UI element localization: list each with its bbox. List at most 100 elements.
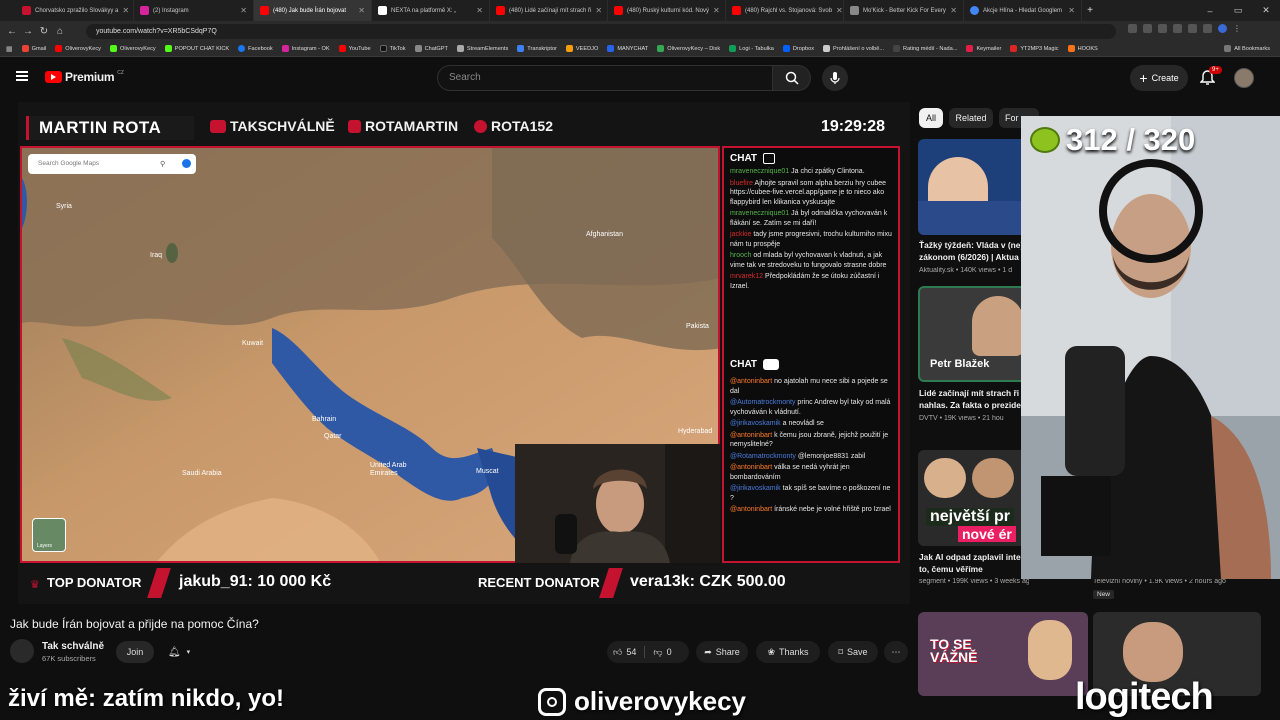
dislike-button[interactable]: 👎︎ 0 bbox=[653, 647, 671, 658]
youtube-header: Premium CZ Search + Create 9+ bbox=[0, 57, 1280, 99]
folder-icon bbox=[1224, 45, 1232, 52]
minimize-icon[interactable]: – bbox=[1196, 0, 1224, 21]
thanks-button[interactable]: ❀ Thanks bbox=[756, 641, 820, 663]
subscribe-bell-button[interactable]: 🔔︎ ▾ bbox=[160, 641, 198, 663]
video-player[interactable]: MARTIN ROTA TAKSCHVÁLNĚ ROTAMARTIN ROTA1… bbox=[18, 102, 910, 604]
extension-icon[interactable] bbox=[1173, 24, 1182, 33]
bookmark[interactable]: Facebook bbox=[234, 45, 277, 52]
like-button[interactable]: 👍︎ 54 bbox=[613, 647, 636, 658]
bookmark[interactable]: ChatGPT bbox=[411, 45, 452, 52]
bookmark-favicon-icon bbox=[607, 45, 615, 52]
extension-icon[interactable] bbox=[1143, 24, 1152, 33]
bookmark[interactable]: OliverovyKecy bbox=[106, 45, 160, 52]
new-tab-button[interactable]: + bbox=[1082, 3, 1098, 19]
related-video-title[interactable]: to, čemu věříme bbox=[919, 564, 1023, 575]
tab-close-icon[interactable]: ✕ bbox=[476, 6, 483, 15]
bookmark-favicon-icon bbox=[21, 45, 29, 52]
bookmark[interactable]: YT2MP3 Magic bbox=[1006, 45, 1062, 52]
search-input[interactable]: Search bbox=[437, 65, 773, 91]
tab-close-icon[interactable]: ✕ bbox=[595, 6, 602, 15]
related-video-title[interactable]: Jak AI odpad zaplavil inter bbox=[919, 552, 1023, 563]
voice-search-button[interactable] bbox=[822, 65, 848, 91]
bookmark[interactable]: TikTok bbox=[376, 45, 410, 52]
related-video-title[interactable]: nahlas. Za fakta o preziden bbox=[919, 400, 1023, 411]
bookmark[interactable]: MANYCHAT bbox=[603, 45, 652, 52]
search-button[interactable] bbox=[773, 65, 811, 91]
channel-avatar[interactable] bbox=[10, 639, 34, 663]
related-video-meta: segment • 199K views • 3 weeks ago bbox=[919, 578, 1029, 585]
notifications-button[interactable]: 9+ bbox=[1199, 66, 1222, 86]
bookmark[interactable]: HOOKS bbox=[1064, 45, 1102, 52]
bookmark[interactable]: Transkriptor bbox=[513, 45, 561, 52]
share-button[interactable]: ➦ Share bbox=[696, 641, 748, 663]
directions-icon[interactable] bbox=[182, 159, 191, 168]
bell-icon: 🔔︎ bbox=[167, 646, 181, 658]
map-search-icon[interactable]: ⚲ bbox=[160, 160, 165, 168]
avatar[interactable] bbox=[1234, 68, 1254, 88]
related-video-title[interactable]: Lidé začínají mít strach ři bbox=[919, 388, 1023, 399]
chat-message: mravenecznique01 Já byl odmalička vychov… bbox=[730, 210, 888, 227]
tab-close-icon[interactable]: ✕ bbox=[836, 6, 843, 15]
map-layers-button[interactable]: Layers bbox=[32, 518, 66, 552]
apps-icon[interactable]: ▦ bbox=[6, 45, 13, 53]
extension-icon[interactable] bbox=[1128, 24, 1137, 33]
tab-close-icon[interactable]: ✕ bbox=[1068, 6, 1075, 15]
channel-name[interactable]: Tak schválně bbox=[42, 641, 104, 652]
bookmark[interactable]: OliverovyKecy bbox=[51, 45, 105, 52]
home-icon[interactable]: ⌂ bbox=[52, 23, 68, 39]
bookmark[interactable]: YouTube bbox=[335, 45, 375, 52]
related-video-title[interactable]: zákonom (6/2026) | Aktua bbox=[919, 252, 1023, 263]
url-field[interactable]: youtube.com/watch?v=XR5bCSdqP7Q bbox=[86, 24, 1116, 39]
browser-tab[interactable]: NEXTA na platformě X: „ ✕ bbox=[372, 0, 490, 21]
related-video-title[interactable]: Ťažký týždeň: Vláda v (ne) bbox=[919, 240, 1023, 251]
browser-tab[interactable]: Mo'Kick - Better Kick For Every ✕ bbox=[844, 0, 964, 21]
bookmark[interactable]: Keymailer bbox=[962, 45, 1005, 52]
browser-tab-active[interactable]: (480) Jak bude Írán bojovat ✕ bbox=[254, 0, 372, 21]
profile-icon[interactable] bbox=[1218, 24, 1227, 33]
join-button[interactable]: Join bbox=[116, 641, 154, 663]
more-actions-button[interactable]: ⋯ bbox=[884, 641, 908, 663]
extension-icon[interactable] bbox=[1158, 24, 1167, 33]
bookmark-favicon-icon bbox=[729, 45, 737, 52]
tab-close-icon[interactable]: ✕ bbox=[358, 6, 365, 15]
youtube-logo[interactable]: Premium CZ bbox=[45, 70, 124, 84]
tab-close-icon[interactable]: ✕ bbox=[950, 6, 957, 15]
maximize-icon[interactable]: ▭ bbox=[1224, 0, 1252, 21]
chip-related[interactable]: Related bbox=[949, 108, 993, 128]
extension-icon[interactable] bbox=[1188, 24, 1197, 33]
hamburger-menu-icon[interactable] bbox=[16, 71, 28, 81]
bookmark[interactable]: POPOUT CHAT KICK bbox=[161, 45, 233, 52]
browser-tab[interactable]: Chorvatsko zpražilo Slovákyy a ✕ bbox=[0, 0, 134, 21]
browser-tab[interactable]: (480) Lidé začínají mít strach ři ✕ bbox=[490, 0, 608, 21]
forward-icon[interactable]: → bbox=[20, 23, 36, 39]
back-icon[interactable]: ← bbox=[4, 23, 20, 39]
reload-icon[interactable]: ↻ bbox=[36, 23, 52, 39]
all-bookmarks[interactable]: All Bookmarks bbox=[1220, 45, 1274, 52]
menu-dots-icon[interactable]: ⋮ bbox=[1233, 24, 1241, 33]
extension-icon[interactable] bbox=[1203, 24, 1212, 33]
bookmark[interactable]: Dropbox bbox=[779, 45, 818, 52]
share-icon: ➦ bbox=[704, 646, 712, 657]
tab-close-icon[interactable]: ✕ bbox=[713, 6, 720, 15]
browser-tab[interactable]: (480) Rajchl vs. Stojanová: Svob ✕ bbox=[726, 0, 844, 21]
bookmark[interactable]: Rating médií - Nada... bbox=[889, 45, 961, 52]
bookmark[interactable]: StreamElements bbox=[453, 45, 512, 52]
browser-tab[interactable]: (480) Ruský kulturní kód. Nový ✕ bbox=[608, 0, 726, 21]
create-button[interactable]: + Create bbox=[1130, 65, 1188, 91]
related-video-thumbnail[interactable]: TO SE VÁŽNĚ bbox=[918, 612, 1088, 696]
bookmark[interactable]: Gmail bbox=[18, 45, 51, 52]
browser-tab[interactable]: (2) Instagram ✕ bbox=[134, 0, 254, 21]
bookmark[interactable]: OliverovyKecy – Disk bbox=[653, 45, 724, 52]
social-handle: ROTAMARTIN bbox=[348, 118, 458, 134]
bookmark[interactable]: Instagram - OK bbox=[278, 45, 334, 52]
map-search-input[interactable]: Search Google Maps bbox=[28, 154, 196, 174]
bookmark[interactable]: Logi - Tabulka bbox=[725, 45, 778, 52]
tab-close-icon[interactable]: ✕ bbox=[240, 6, 247, 15]
bookmark[interactable]: VEEDJO bbox=[562, 45, 602, 52]
browser-tab[interactable]: Akcje Hlína - Hledat Googlem ✕ bbox=[964, 0, 1082, 21]
tab-close-icon[interactable]: ✕ bbox=[122, 6, 129, 15]
bookmark[interactable]: Prohlášení o volbě... bbox=[819, 45, 888, 52]
chip-all[interactable]: All bbox=[919, 108, 943, 128]
close-window-icon[interactable]: ✕ bbox=[1252, 0, 1280, 21]
save-button[interactable]: ⌑ Save bbox=[828, 641, 878, 663]
